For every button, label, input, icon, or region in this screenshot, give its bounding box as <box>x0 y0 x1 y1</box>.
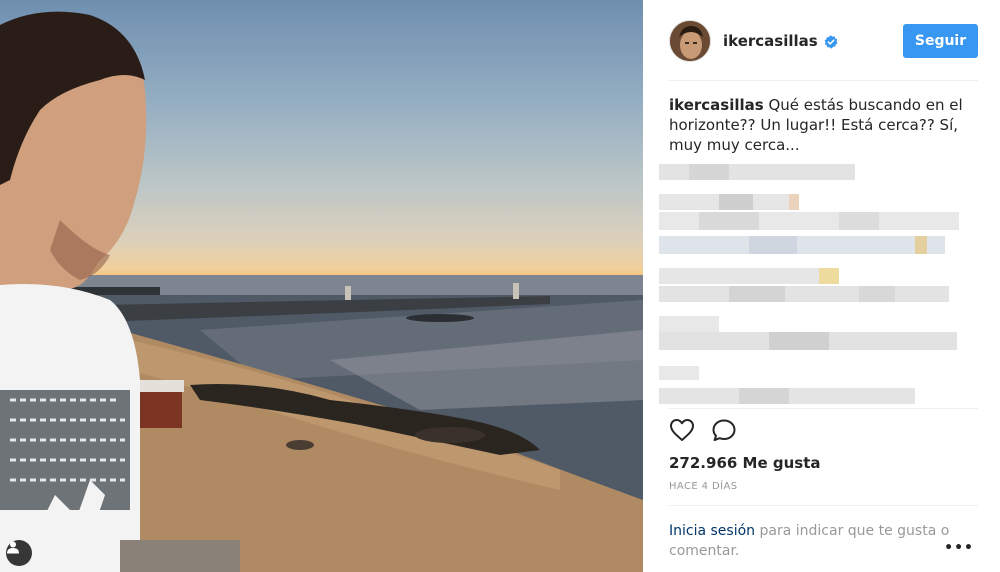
post-photo[interactable] <box>0 0 643 572</box>
post-side-panel: ikercasillas Seguir ikercasillas Qué est… <box>643 0 1000 572</box>
photo-scene <box>0 11 643 572</box>
comment-bubble-glyph <box>712 419 736 441</box>
header-divider <box>669 80 978 81</box>
verified-badge-icon <box>824 34 838 49</box>
person-tag-glyph <box>7 541 19 554</box>
post-actions <box>669 418 737 442</box>
post-header: ikercasillas Seguir <box>669 18 978 64</box>
comments-divider <box>669 408 978 409</box>
follow-button[interactable]: Seguir <box>903 24 978 58</box>
post-timestamp[interactable]: HACE 4 DÍAS <box>669 481 737 492</box>
comment-bubble-icon[interactable] <box>711 418 737 442</box>
login-link[interactable]: Inicia sesión <box>669 523 755 539</box>
caption-author[interactable]: ikercasillas <box>669 96 764 114</box>
login-prompt: Inicia sesión para indicar que te gusta … <box>669 521 959 561</box>
ellipsis-icon[interactable]: ••• <box>944 540 974 556</box>
avatar[interactable] <box>669 20 711 62</box>
likes-count[interactable]: 272.966 Me gusta <box>669 454 821 472</box>
post-caption: ikercasillas Qué estás buscando en el ho… <box>669 95 977 155</box>
footer-divider <box>669 505 978 506</box>
avatar-face <box>670 21 710 61</box>
verified-badge-glyph <box>824 35 838 49</box>
username[interactable]: ikercasillas <box>723 32 818 50</box>
pixelated-comments <box>659 160 979 410</box>
person-tag-icon[interactable] <box>6 540 32 566</box>
heart-outline-glyph <box>670 419 694 441</box>
heart-outline-icon[interactable] <box>669 418 695 442</box>
